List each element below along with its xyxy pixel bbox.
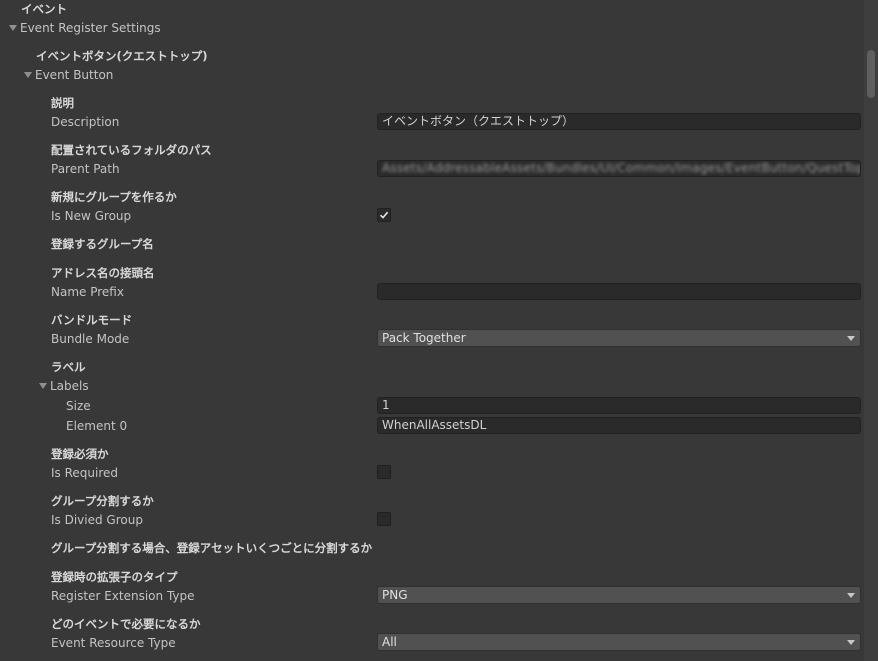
description-field[interactable]: イベントボタン（クエストトップ） xyxy=(377,113,861,130)
register-extension-type-header: 登録時の拡張子のタイプ xyxy=(51,570,178,584)
bundle-mode-value: Pack Together xyxy=(382,331,466,345)
section-header: イベント xyxy=(21,2,67,16)
is-new-group-checkbox[interactable] xyxy=(377,208,391,222)
parent-path-value: Assets/AddressableAssets/Bundles/UI/Comm… xyxy=(382,161,861,175)
event-resource-type-label: Event Resource Type xyxy=(51,636,176,650)
dropdown-arrow-icon xyxy=(847,593,855,598)
labels-header: ラベル xyxy=(51,360,86,374)
is-new-group-label: Is New Group xyxy=(51,209,132,223)
labels-size-label: Size xyxy=(66,399,91,413)
labels-size-field[interactable]: 1 xyxy=(377,397,861,414)
labels-foldout[interactable]: Labels xyxy=(39,379,89,393)
is-divied-group-checkbox[interactable] xyxy=(377,512,391,526)
scrollbar-thumb[interactable] xyxy=(867,50,875,98)
dropdown-arrow-icon xyxy=(847,336,855,341)
bundle-mode-header: バンドルモード xyxy=(51,313,133,327)
labels-element-0-label: Element 0 xyxy=(66,419,128,433)
bundle-mode-label: Bundle Mode xyxy=(51,332,130,346)
name-prefix-field[interactable] xyxy=(377,283,861,300)
parent-path-header: 配置されているフォルダのパス xyxy=(51,143,212,157)
event-button-foldout[interactable]: Event Button xyxy=(24,68,113,82)
register-extension-type-value: PNG xyxy=(382,588,408,602)
group-name-header: 登録するグループ名 xyxy=(51,237,154,251)
register-extension-type-dropdown[interactable]: PNG xyxy=(377,586,861,604)
inspector-panel: イベント Event Register Settings イベントボタン(クエス… xyxy=(0,0,878,661)
event-register-settings-foldout[interactable]: Event Register Settings xyxy=(9,21,161,35)
is-required-label: Is Required xyxy=(51,466,119,480)
is-new-group-header: 新規にグループを作るか xyxy=(51,190,177,204)
event-resource-type-value: All xyxy=(382,635,397,649)
is-divied-group-label: Is Divied Group xyxy=(51,513,143,527)
triangle-down-icon xyxy=(24,72,32,78)
dropdown-arrow-icon xyxy=(847,640,855,645)
bundle-mode-dropdown[interactable]: Pack Together xyxy=(377,329,861,347)
is-required-header: 登録必須か xyxy=(51,447,109,461)
event-resource-type-header: どのイベントで必要になるか xyxy=(51,617,201,631)
checkmark-icon xyxy=(379,211,389,219)
name-prefix-header: アドレス名の接頭名 xyxy=(51,266,155,280)
foldout-label: Event Register Settings xyxy=(20,21,161,35)
triangle-down-icon xyxy=(39,383,47,389)
triangle-down-icon xyxy=(9,25,17,31)
parent-path-label: Parent Path xyxy=(51,162,120,176)
register-extension-type-label: Register Extension Type xyxy=(51,589,195,603)
event-resource-type-dropdown[interactable]: All xyxy=(377,633,861,651)
is-required-checkbox[interactable] xyxy=(377,465,391,479)
event-button-header: イベントボタン(クエストトップ) xyxy=(36,49,208,63)
description-label: Description xyxy=(51,115,120,129)
foldout-label: Event Button xyxy=(35,68,114,82)
name-prefix-label: Name Prefix xyxy=(51,285,124,299)
divide-count-header: グループ分割する場合、登録アセットいくつごとに分割するか xyxy=(51,541,373,555)
description-header: 説明 xyxy=(51,96,74,110)
labels-label: Labels xyxy=(50,379,89,393)
parent-path-field[interactable]: Assets/AddressableAssets/Bundles/UI/Comm… xyxy=(377,160,861,177)
vertical-scrollbar[interactable] xyxy=(864,0,878,661)
labels-element-0-field[interactable]: WhenAllAssetsDL xyxy=(377,417,861,434)
is-divied-group-header: グループ分割するか xyxy=(51,494,154,508)
